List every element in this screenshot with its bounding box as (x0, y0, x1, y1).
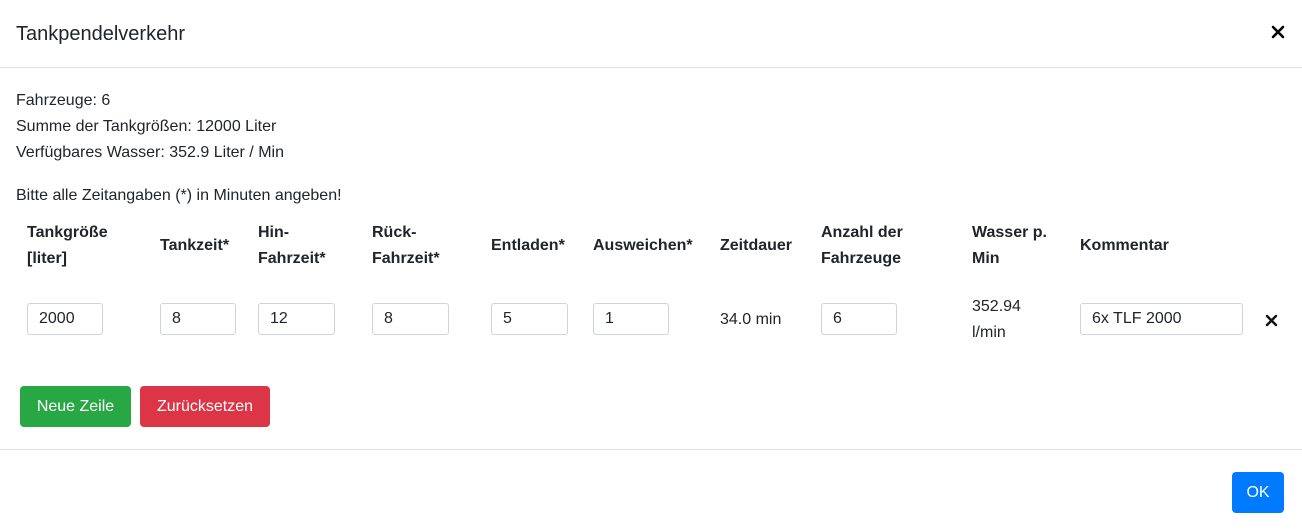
header-tank-time: Tankzeit* (160, 237, 230, 254)
evade-input[interactable] (593, 303, 669, 335)
time-hint-text: Bitte alle Zeitangaben (*) in Minuten an… (16, 187, 342, 204)
tank-size-input[interactable] (27, 303, 103, 335)
header-drive-back-line2: Fahrzeit* (372, 250, 440, 267)
header-vehicle-count: Anzahl der Fahrzeuge (821, 220, 903, 272)
water-per-min-value: 352.94 l/min (972, 294, 1021, 346)
header-tank-size-line2: [liter] (27, 250, 67, 267)
water-per-min-number: 352.94 (972, 298, 1021, 315)
close-icon (1271, 25, 1285, 39)
header-vehicle-count-line1: Anzahl der (821, 224, 903, 241)
header-drive-to-line1: Hin- (258, 224, 290, 241)
drive-to-input[interactable] (258, 303, 335, 335)
header-tank-size-line1: Tankgröße (27, 224, 108, 241)
tank-sum-text: Summe der Tankgrößen: 12000 Liter (16, 118, 277, 135)
header-drive-back: Rück- Fahrzeit* (372, 220, 440, 272)
dialog-title: Tankpendelverkehr (16, 23, 185, 45)
header-water-per-min-line2: Min (972, 250, 1000, 267)
ok-button[interactable]: OK (1232, 472, 1284, 513)
unload-input[interactable] (491, 303, 568, 335)
header-water-per-min: Wasser p. Min (972, 220, 1047, 272)
header-drive-back-line1: Rück- (372, 224, 417, 241)
header-evade: Ausweichen* (593, 237, 693, 254)
footer-divider (0, 449, 1302, 450)
remove-row-button[interactable] (1262, 311, 1280, 329)
header-water-per-min-line1: Wasser p. (972, 224, 1047, 241)
dialog-header: Tankpendelverkehr (0, 0, 1302, 68)
drive-back-input[interactable] (372, 303, 449, 335)
header-comment: Kommentar (1080, 237, 1169, 254)
close-button[interactable] (1266, 20, 1290, 44)
tank-time-input[interactable] (160, 303, 236, 335)
tank-shuttle-dialog: Tankpendelverkehr Fahrzeuge: 6 Summe der… (0, 0, 1302, 532)
header-drive-to: Hin- Fahrzeit* (258, 220, 326, 272)
header-tank-size: Tankgröße [liter] (27, 220, 108, 272)
vehicle-count-text: Fahrzeuge: 6 (16, 92, 111, 109)
reset-button[interactable]: Zurücksetzen (140, 386, 270, 427)
header-vehicle-count-line2: Fahrzeuge (821, 250, 902, 267)
header-duration: Zeitdauer (720, 237, 793, 254)
header-unload: Entladen* (491, 237, 565, 254)
available-water-text: Verfügbares Wasser: 352.9 Liter / Min (16, 144, 284, 161)
comment-input[interactable] (1080, 303, 1243, 335)
vehicle-count-input[interactable] (821, 303, 897, 335)
duration-value: 34.0 min (720, 311, 782, 328)
close-icon (1265, 314, 1277, 326)
water-per-min-unit: l/min (972, 324, 1006, 341)
new-row-button[interactable]: Neue Zeile (20, 386, 131, 427)
header-drive-to-line2: Fahrzeit* (258, 250, 326, 267)
